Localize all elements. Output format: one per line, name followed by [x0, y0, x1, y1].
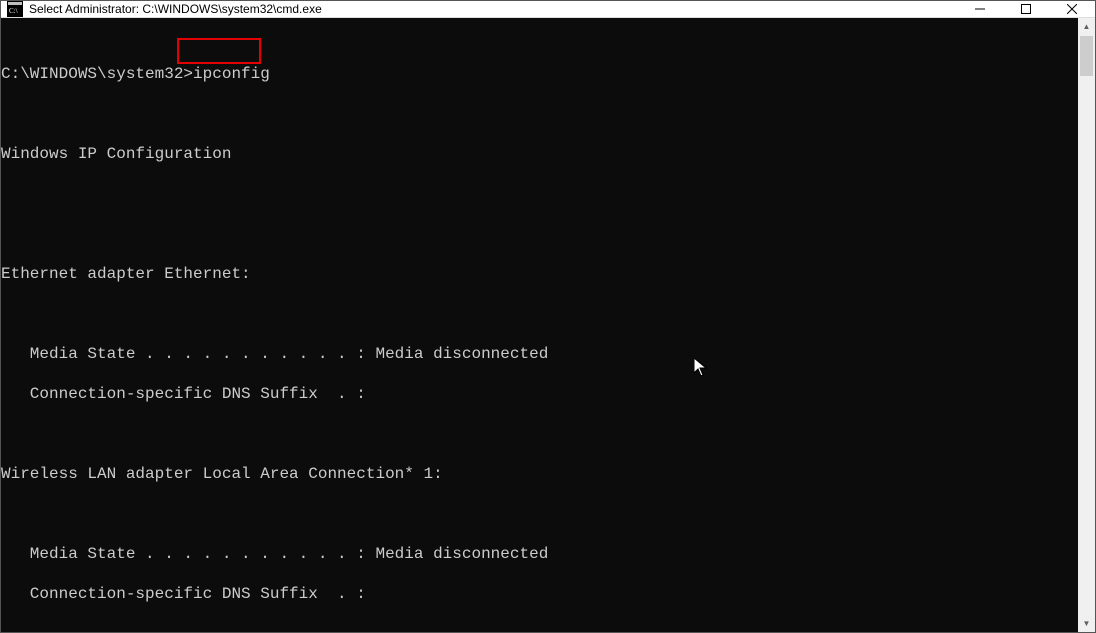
cmd-icon: C:\: [7, 1, 23, 17]
vertical-scrollbar[interactable]: ▲ ▼: [1078, 18, 1095, 632]
prompt-command: ipconfig: [193, 65, 270, 83]
adapter-line: Media State . . . . . . . . . . . : Medi…: [1, 344, 1078, 364]
maximize-button[interactable]: [1003, 1, 1049, 17]
prompt-line: C:\WINDOWS\system32>ipconfig: [1, 64, 1078, 84]
prompt-path: C:\WINDOWS\system32>: [1, 65, 193, 83]
adapter-name: Ethernet adapter Ethernet:: [1, 264, 1078, 284]
scroll-thumb[interactable]: [1080, 36, 1093, 76]
adapter-name: Wireless LAN adapter Local Area Connecti…: [1, 464, 1078, 484]
scroll-down-button[interactable]: ▼: [1078, 615, 1095, 632]
minimize-button[interactable]: [957, 1, 1003, 17]
terminal-output[interactable]: C:\WINDOWS\system32>ipconfig Windows IP …: [1, 18, 1078, 632]
command-highlight-box: [177, 38, 261, 64]
titlebar[interactable]: C:\ Select Administrator: C:\WINDOWS\sys…: [1, 1, 1095, 18]
window-controls: [957, 1, 1095, 17]
window-title: Select Administrator: C:\WINDOWS\system3…: [29, 2, 322, 16]
cmd-window: C:\ Select Administrator: C:\WINDOWS\sys…: [0, 0, 1096, 633]
scroll-up-button[interactable]: ▲: [1078, 18, 1095, 35]
adapter-line: Connection-specific DNS Suffix . :: [1, 584, 1078, 604]
close-button[interactable]: [1049, 1, 1095, 17]
ipconfig-header: Windows IP Configuration: [1, 144, 1078, 164]
svg-text:C:\: C:\: [9, 7, 18, 15]
adapter-line: Media State . . . . . . . . . . . : Medi…: [1, 544, 1078, 564]
adapter-line: Connection-specific DNS Suffix . :: [1, 384, 1078, 404]
